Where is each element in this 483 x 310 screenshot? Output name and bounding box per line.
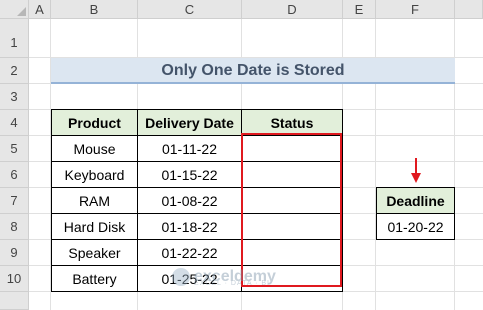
cell-delivery-date[interactable]: 01-15-22 xyxy=(138,162,241,187)
cell-product[interactable]: Hard Disk xyxy=(52,214,137,239)
select-all-triangle-icon xyxy=(17,7,26,16)
row-header-8[interactable]: 8 xyxy=(0,214,29,240)
row-header-2[interactable]: 2 xyxy=(0,58,29,84)
row-header-9[interactable]: 9 xyxy=(0,240,29,266)
cell-product[interactable]: Mouse xyxy=(52,136,137,161)
cell-delivery-date[interactable]: 01-11-22 xyxy=(138,136,241,161)
cell-product[interactable]: Speaker xyxy=(52,240,137,265)
cell-delivery-date[interactable]: 01-22-22 xyxy=(138,240,241,265)
sheet-title[interactable]: Only One Date is Stored xyxy=(51,58,455,84)
header-status[interactable]: Status xyxy=(242,110,342,135)
row-header-10[interactable]: 10 xyxy=(0,266,29,292)
watermark: exceldemy EXCEL · DATA · BI xyxy=(172,264,332,290)
column-header-e[interactable]: E xyxy=(343,0,376,19)
deadline-header[interactable]: Deadline xyxy=(377,188,454,213)
header-delivery-date[interactable]: Delivery Date xyxy=(138,110,241,135)
column-header-d[interactable]: D xyxy=(242,0,343,19)
cell-delivery-date[interactable]: 01-18-22 xyxy=(138,214,241,239)
row-header-4[interactable]: 4 xyxy=(0,110,29,136)
arrow-down-icon xyxy=(411,158,421,183)
cell-delivery-date[interactable]: 01-08-22 xyxy=(138,188,241,213)
column-header-g[interactable] xyxy=(455,0,483,19)
cell-product[interactable]: RAM xyxy=(52,188,137,213)
cell-product[interactable]: Battery xyxy=(52,266,137,291)
exceldemy-logo-icon xyxy=(172,268,190,286)
row-header-11[interactable] xyxy=(0,292,29,310)
row-header-5[interactable]: 5 xyxy=(0,136,29,162)
row-header-1[interactable]: 1 xyxy=(0,19,29,58)
column-header-c[interactable]: C xyxy=(138,0,242,19)
header-product[interactable]: Product xyxy=(52,110,137,135)
row-header-3[interactable]: 3 xyxy=(0,84,29,110)
watermark-tagline: EXCEL · DATA · BI xyxy=(194,280,270,287)
row-header-7[interactable]: 7 xyxy=(0,188,29,214)
column-header-f[interactable]: F xyxy=(376,0,455,19)
cell-product[interactable]: Keyboard xyxy=(52,162,137,187)
select-all-corner[interactable] xyxy=(0,0,29,19)
deadline-value[interactable]: 01-20-22 xyxy=(377,214,454,239)
row-header-6[interactable]: 6 xyxy=(0,162,29,188)
column-header-a[interactable]: A xyxy=(29,0,51,19)
column-header-b[interactable]: B xyxy=(51,0,138,19)
